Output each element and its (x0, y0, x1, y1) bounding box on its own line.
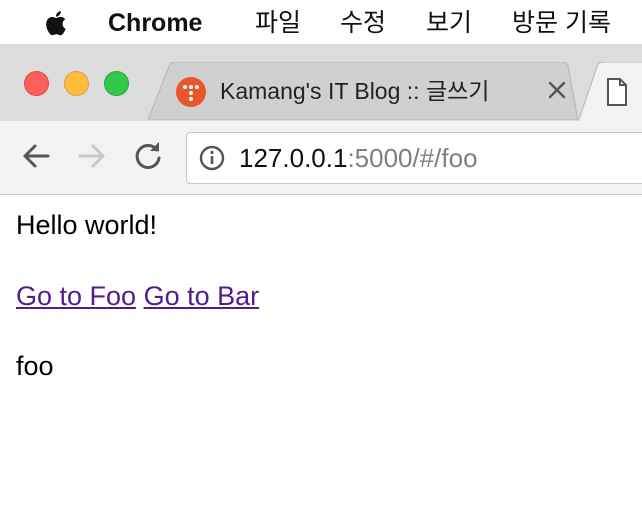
info-icon[interactable] (199, 145, 225, 171)
url-text[interactable]: 127.0.0.1:5000/#/foo (239, 142, 478, 174)
reload-icon[interactable] (130, 138, 166, 174)
go-to-foo-link[interactable]: Go to Foo (16, 281, 136, 311)
apple-logo-icon[interactable] (42, 9, 68, 37)
route-view-output: foo (16, 351, 54, 381)
hello-heading: Hello world! (16, 210, 158, 240)
address-bar[interactable]: 127.0.0.1:5000/#/foo (186, 132, 642, 184)
go-to-bar-link[interactable]: Go to Bar (144, 281, 260, 311)
menu-view[interactable]: 보기 (426, 9, 472, 37)
document-icon (607, 78, 627, 106)
menu-edit[interactable]: 수정 (340, 9, 386, 37)
window-close-button[interactable] (24, 71, 49, 96)
tab-title: Kamang's IT Blog :: 글쓰기 (220, 78, 490, 104)
tab-active[interactable] (578, 62, 642, 122)
tab-close-icon[interactable] (546, 79, 568, 101)
menu-app-name[interactable]: Chrome (108, 9, 202, 37)
menu-file[interactable]: 파일 (255, 9, 301, 37)
url-path: :5000/#/foo (347, 143, 478, 173)
window-minimize-button[interactable] (64, 71, 89, 96)
tistory-icon (176, 77, 206, 107)
mac-menu-bar: Chrome 파일 수정 보기 방문 기록 (0, 0, 642, 45)
url-host: 127.0.0.1 (239, 143, 348, 173)
tab-kamang-blog[interactable]: Kamang's IT Blog :: 글쓰기 (148, 62, 578, 120)
back-icon[interactable] (18, 138, 54, 174)
menu-history[interactable]: 방문 기록 (512, 9, 611, 37)
window-maximize-button[interactable] (104, 71, 129, 96)
forward-icon[interactable] (74, 138, 110, 174)
nav-links: Go to Foo Go to Bar (16, 276, 259, 316)
